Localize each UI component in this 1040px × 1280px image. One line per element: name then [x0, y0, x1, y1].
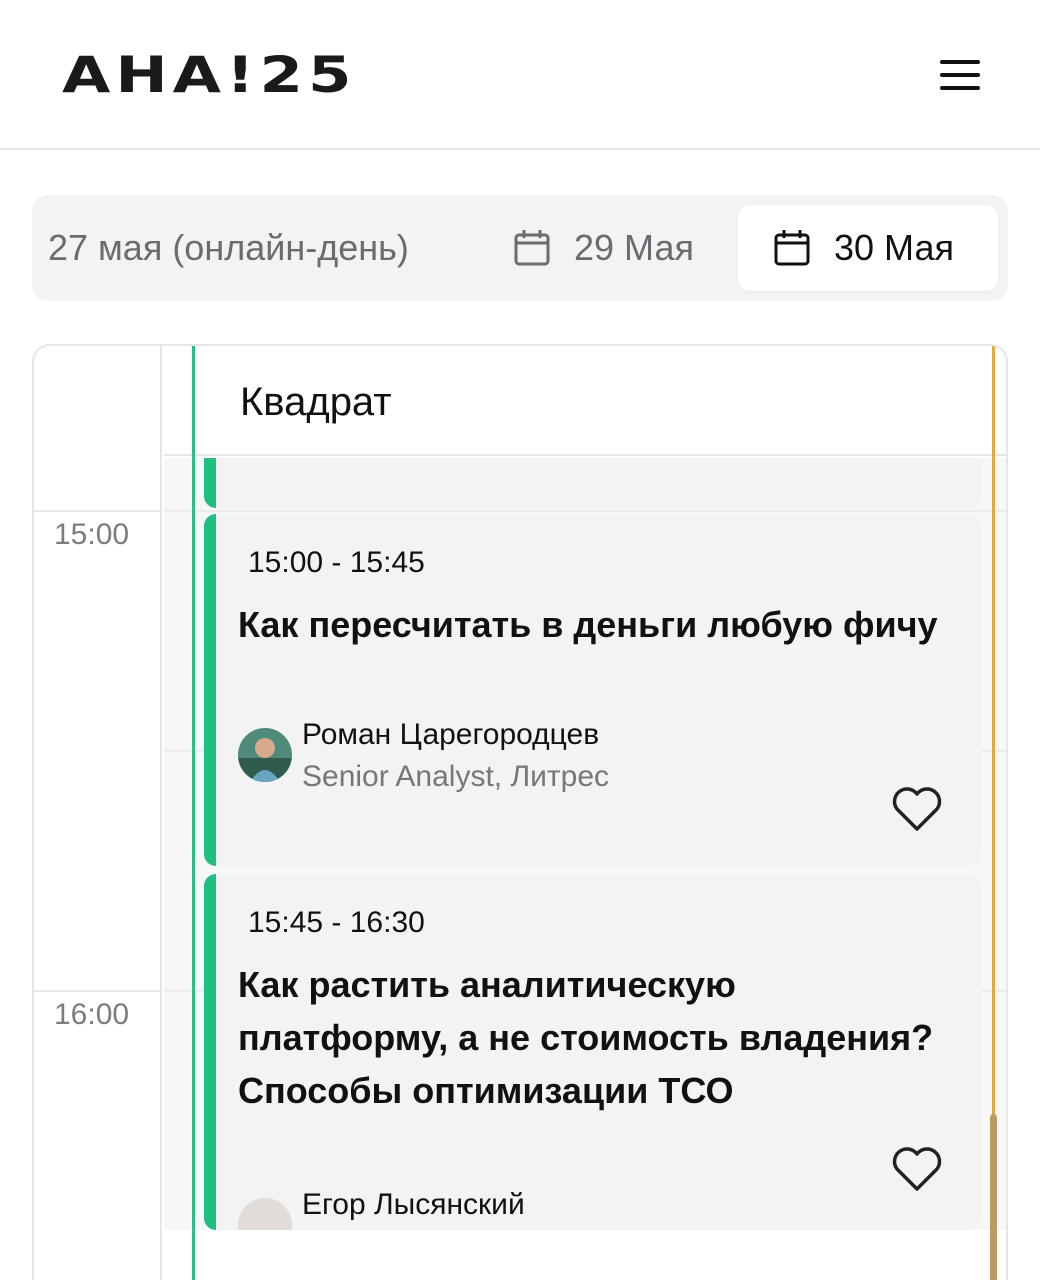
calendar-icon	[774, 230, 810, 266]
schedule-grid: 15:00 16:00 Квадрат 15:00 - 15:45 Как пе…	[32, 344, 1008, 1280]
time-label-15: 15:00	[54, 518, 130, 551]
room-title: Квадрат	[240, 380, 392, 424]
session-time: 15:45 - 16:30	[248, 906, 425, 939]
time-column: 15:00 16:00	[34, 346, 162, 1280]
time-divider	[34, 510, 162, 512]
speaker-name: Роман Царегородцев	[302, 718, 600, 751]
session-title: Как пересчитать в деньги любую фичу	[238, 604, 938, 645]
scrollbar-thumb[interactable]	[990, 1114, 997, 1280]
hamburger-menu-icon[interactable]	[936, 56, 982, 94]
day-tabs: 27 мая (онлайн-день) 29 Мая 30 Мая	[32, 195, 1008, 301]
room-header: Квадрат	[164, 346, 1006, 456]
tab-may-27[interactable]: 27 мая (онлайн-день)	[48, 205, 409, 291]
speaker-name: Егор Лысянский	[302, 1188, 525, 1221]
session-card[interactable]: 15:00 - 15:45 Как пересчитать в деньги л…	[204, 514, 982, 866]
room-track: Квадрат 15:00 - 15:45 Как пересчитать в …	[164, 346, 1006, 1280]
session-time: 15:00 - 15:45	[248, 546, 425, 579]
tab-may-29[interactable]: 29 Мая	[512, 205, 694, 291]
heart-icon[interactable]	[890, 1144, 944, 1194]
speaker-avatar	[238, 728, 292, 782]
tab-label: 30 Мая	[834, 227, 954, 268]
calendar-icon	[514, 230, 550, 266]
logo[interactable]: AHA!25	[62, 50, 357, 100]
speaker-role: Senior Analyst, Литрес	[302, 760, 610, 793]
heart-icon[interactable]	[890, 784, 944, 834]
session-card[interactable]: 15:45 - 16:30 Как растить аналитическую …	[204, 874, 982, 1230]
sessions-scroll-area[interactable]: 15:00 - 15:45 Как пересчитать в деньги л…	[164, 458, 1006, 1230]
tab-label: 29 Мая	[574, 227, 694, 268]
session-card-previous[interactable]	[204, 458, 982, 508]
session-title: Как растить аналитическую платформу, а н…	[238, 964, 934, 1111]
grid-line	[164, 510, 1006, 512]
speaker-avatar	[238, 1198, 292, 1230]
time-label-16: 16:00	[54, 998, 130, 1031]
tab-label: 27 мая (онлайн-день)	[48, 227, 409, 268]
tab-may-30[interactable]: 30 Мая	[738, 205, 998, 291]
top-header: AHA!25	[0, 0, 1040, 150]
time-divider	[34, 990, 162, 992]
track-accent-line	[192, 346, 195, 1280]
